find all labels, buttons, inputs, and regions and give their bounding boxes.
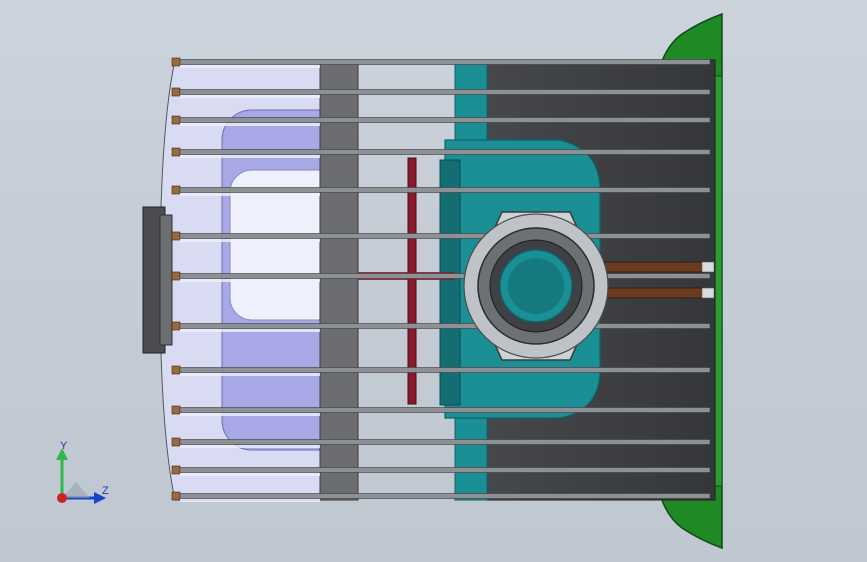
rod bbox=[179, 273, 711, 279]
rod-tip bbox=[171, 115, 181, 125]
rod-tip bbox=[171, 147, 181, 157]
fin-strip bbox=[180, 473, 320, 476]
z-axis-label: Z bbox=[102, 485, 109, 497]
rod-tip bbox=[171, 57, 181, 67]
orientation-triad: Y Z bbox=[44, 440, 124, 510]
rod-tip bbox=[171, 405, 181, 415]
fin-strip bbox=[180, 239, 320, 242]
rod bbox=[179, 493, 711, 499]
motor-model[interactable] bbox=[0, 0, 867, 562]
fin-strip bbox=[180, 123, 320, 126]
rod-tip bbox=[171, 491, 181, 501]
y-axis-label: Y bbox=[60, 440, 68, 452]
cable-gland-nut bbox=[463, 211, 609, 361]
rod bbox=[179, 467, 711, 473]
fin-strip bbox=[180, 413, 320, 416]
fin-strip bbox=[180, 155, 320, 158]
rod bbox=[179, 117, 711, 123]
rod-tip bbox=[171, 321, 181, 331]
rod bbox=[179, 367, 711, 373]
rod-tip bbox=[171, 231, 181, 241]
fin-strip bbox=[180, 193, 320, 196]
rod-tip bbox=[171, 465, 181, 475]
axis-arrows-icon bbox=[56, 448, 106, 504]
cad-viewport[interactable]: Y Z bbox=[0, 0, 867, 562]
rod-tip bbox=[171, 185, 181, 195]
rod bbox=[179, 323, 711, 329]
fin-strip bbox=[180, 499, 320, 502]
fin-strip bbox=[180, 373, 320, 376]
rod bbox=[179, 439, 711, 445]
rod bbox=[179, 59, 711, 65]
rod bbox=[179, 407, 711, 413]
fin-strip bbox=[180, 95, 320, 98]
rod-tip bbox=[171, 437, 181, 447]
rod bbox=[179, 187, 711, 193]
rod-tip bbox=[171, 271, 181, 281]
fin-strip bbox=[180, 445, 320, 448]
fin-strip bbox=[180, 329, 320, 332]
fin-strip bbox=[180, 279, 320, 282]
fin-strip bbox=[180, 65, 320, 68]
rod-tip bbox=[171, 87, 181, 97]
rod-tip bbox=[171, 365, 181, 375]
rod bbox=[179, 233, 711, 239]
rod bbox=[179, 89, 711, 95]
rod bbox=[179, 149, 711, 155]
shaft-end bbox=[142, 206, 173, 354]
